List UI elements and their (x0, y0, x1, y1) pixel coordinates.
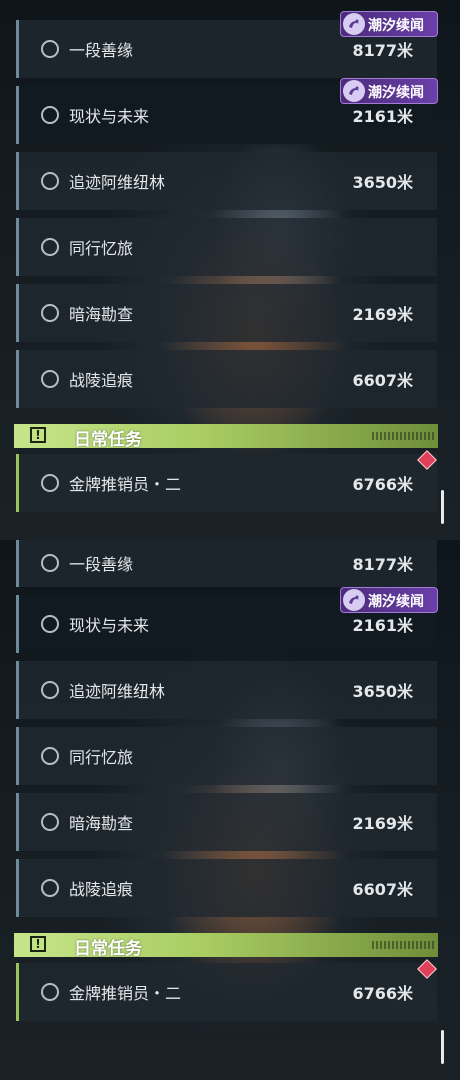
section-title: 日常任务 (74, 430, 142, 450)
quest-panel-bottom: 一段善缘 8177米 现状与未来 2161米 潮汐续闻 追迹阿维纽林 3650米… (0, 540, 460, 1080)
quest-name: 现状与未来 (69, 107, 150, 126)
quest-distance: 2161米 (352, 107, 413, 126)
radio-circle-icon[interactable] (41, 40, 59, 58)
quest-item-5[interactable]: 暗海勘查 2169米 (16, 284, 437, 342)
quest-name: 战陵追痕 (69, 371, 134, 390)
quest-distance: 2169米 (352, 305, 413, 324)
quest-item-6[interactable]: 战陵追痕 6607米 (16, 859, 437, 917)
radio-circle-icon[interactable] (41, 879, 59, 897)
quest-item-5[interactable]: 暗海勘查 2169米 (16, 793, 437, 851)
quest-item-4[interactable]: 同行忆旅 (16, 727, 437, 785)
quest-name: 一段善缘 (69, 41, 134, 60)
tide-emblem-icon (343, 589, 365, 611)
quest-distance: 6607米 (352, 371, 413, 390)
quest-name: 暗海勘查 (69, 305, 134, 324)
section-decoration (372, 941, 434, 949)
quest-distance: 6607米 (352, 880, 413, 899)
quest-distance: 6766米 (352, 984, 413, 1003)
radio-circle-icon[interactable] (41, 983, 59, 1001)
quest-name: 同行忆旅 (69, 748, 134, 767)
daily-quest-item[interactable]: 金牌推销员・二 6766米 (16, 963, 437, 1021)
quest-name: 金牌推销员・二 (69, 984, 182, 1003)
quest-name: 同行忆旅 (69, 239, 134, 258)
section-title: 日常任务 (74, 939, 142, 959)
radio-circle-icon[interactable] (41, 106, 59, 124)
radio-circle-icon[interactable] (41, 238, 59, 256)
radio-circle-icon[interactable] (41, 554, 59, 572)
scrollbar-thumb[interactable] (441, 490, 444, 524)
quest-distance: 8177米 (352, 41, 413, 60)
radio-circle-icon[interactable] (41, 474, 59, 492)
daily-section-header: ! 日常任务 (14, 424, 438, 450)
exclamation-icon: ! (30, 936, 46, 952)
quest-category-badge: 潮汐续闻 (340, 78, 438, 104)
radio-circle-icon[interactable] (41, 747, 59, 765)
quest-panel-top: 一段善缘 8177米 潮汐续闻 现状与未来 2161米 潮汐续闻 追迹阿维纽林 … (0, 0, 460, 540)
quest-category-badge: 潮汐续闻 (340, 587, 438, 613)
radio-circle-icon[interactable] (41, 370, 59, 388)
quest-item-3[interactable]: 追迹阿维纽林 3650米 (16, 661, 437, 719)
radio-circle-icon[interactable] (41, 615, 59, 633)
quest-item-6[interactable]: 战陵追痕 6607米 (16, 350, 437, 408)
badge-label: 潮汐续闻 (368, 18, 424, 34)
badge-label: 潮汐续闻 (368, 594, 424, 610)
quest-item-3[interactable]: 追迹阿维纽林 3650米 (16, 152, 437, 210)
quest-item-1[interactable]: 一段善缘 8177米 (16, 540, 437, 587)
quest-distance: 2169米 (352, 814, 413, 833)
section-decoration (372, 432, 434, 440)
daily-quest-item[interactable]: 金牌推销员・二 6766米 (16, 454, 437, 512)
quest-distance: 2161米 (352, 616, 413, 635)
exclamation-icon: ! (30, 427, 46, 443)
radio-circle-icon[interactable] (41, 172, 59, 190)
quest-name: 追迹阿维纽林 (69, 682, 166, 701)
radio-circle-icon[interactable] (41, 813, 59, 831)
quest-name: 暗海勘查 (69, 814, 134, 833)
quest-name: 战陵追痕 (69, 880, 134, 899)
quest-category-badge: 潮汐续闻 (340, 11, 438, 37)
radio-circle-icon[interactable] (41, 304, 59, 322)
quest-name: 一段善缘 (69, 555, 134, 574)
daily-section-header: ! 日常任务 (14, 933, 438, 959)
quest-distance: 6766米 (352, 475, 413, 494)
quest-distance: 8177米 (352, 555, 413, 574)
tide-emblem-icon (343, 80, 365, 102)
quest-distance: 3650米 (352, 682, 413, 701)
radio-circle-icon[interactable] (41, 681, 59, 699)
tide-emblem-icon (343, 13, 365, 35)
quest-name: 现状与未来 (69, 616, 150, 635)
quest-name: 追迹阿维纽林 (69, 173, 166, 192)
quest-item-4[interactable]: 同行忆旅 (16, 218, 437, 276)
scrollbar-thumb[interactable] (441, 1030, 444, 1064)
quest-name: 金牌推销员・二 (69, 475, 182, 494)
quest-distance: 3650米 (352, 173, 413, 192)
badge-label: 潮汐续闻 (368, 85, 424, 101)
